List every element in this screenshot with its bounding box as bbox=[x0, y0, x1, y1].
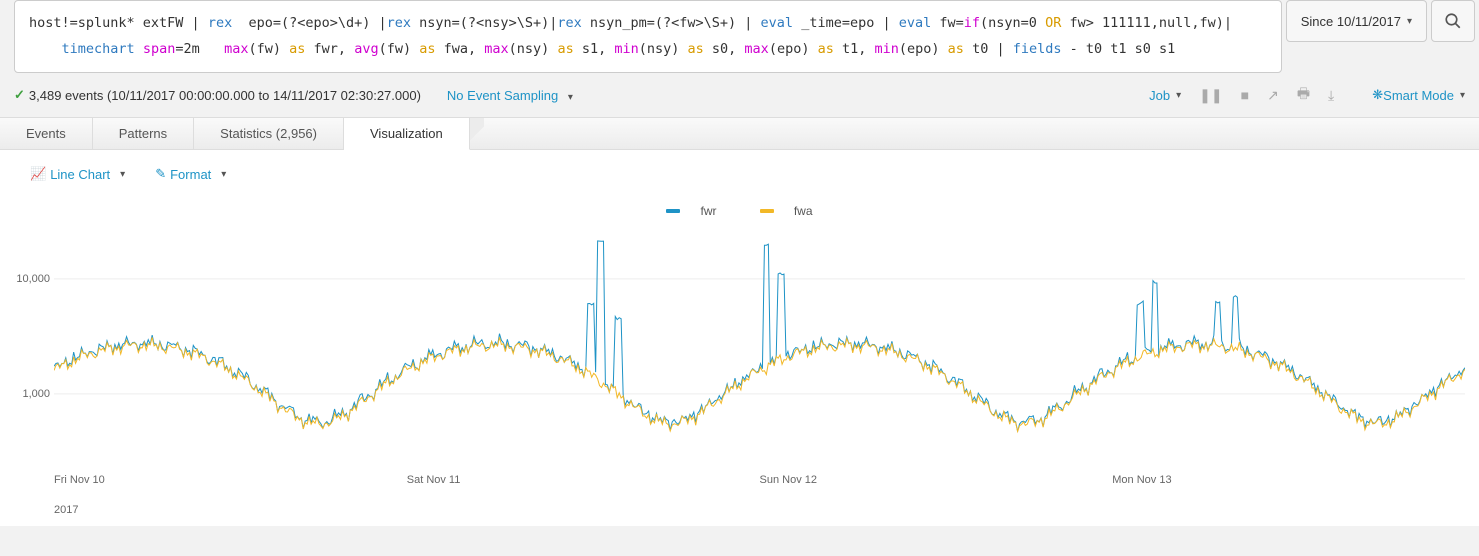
swatch-icon bbox=[666, 209, 680, 213]
chevron-down-icon: ▾ bbox=[1460, 90, 1465, 101]
chart-type-picker[interactable]: 📈 Line Chart ▾ bbox=[30, 166, 125, 182]
swatch-icon bbox=[760, 209, 774, 213]
legend-entry-fwr[interactable]: fwr bbox=[656, 204, 726, 218]
x-tick-label: Fri Nov 10 bbox=[54, 474, 105, 486]
y-tick-label: 1,000 bbox=[22, 388, 50, 400]
result-tabs: Events Patterns Statistics (2,956) Visua… bbox=[0, 117, 1479, 150]
x-axis-year: 2017 bbox=[54, 504, 1475, 516]
events-count-text: 3,489 events (10/11/2017 00:00:00.000 to… bbox=[29, 88, 421, 103]
search-icon bbox=[1444, 12, 1462, 30]
x-tick-label: Sat Nov 11 bbox=[407, 474, 461, 486]
line-chart-icon: 📈 bbox=[30, 166, 46, 182]
chevron-down-icon: ▾ bbox=[1407, 16, 1412, 27]
job-menu[interactable]: Job ▾ bbox=[1149, 88, 1181, 103]
time-range-picker[interactable]: Since 10/11/2017 ▾ bbox=[1286, 0, 1427, 42]
time-range-label: Since 10/11/2017 bbox=[1301, 14, 1401, 29]
y-tick-label: 10,000 bbox=[16, 273, 50, 285]
print-icon[interactable]: 🖶 bbox=[1297, 83, 1310, 107]
download-icon[interactable]: ⤓ bbox=[1328, 87, 1334, 104]
check-icon: ✓ bbox=[14, 87, 25, 103]
search-mode-dropdown[interactable]: ❋ Smart Mode ▾ bbox=[1372, 87, 1465, 103]
tab-events[interactable]: Events bbox=[0, 118, 93, 149]
chevron-down-icon: ▾ bbox=[120, 169, 125, 180]
tab-patterns[interactable]: Patterns bbox=[93, 118, 194, 149]
search-query-editor[interactable]: host!=splunk* extFW | rex epo=(?<epo>\d+… bbox=[14, 0, 1282, 73]
chart: fwr fwa 1,000 10,000 Fri Nov 10 Sat Nov 11… bbox=[0, 182, 1479, 526]
event-sampling-dropdown[interactable]: No Event Sampling ▾ bbox=[447, 88, 573, 103]
chevron-down-icon: ▾ bbox=[221, 169, 226, 180]
format-menu[interactable]: ✎ Format ▾ bbox=[155, 166, 226, 182]
share-icon[interactable]: ↗ bbox=[1267, 87, 1279, 104]
x-tick-label: Mon Nov 13 bbox=[1112, 474, 1171, 486]
stop-icon[interactable]: ■ bbox=[1241, 87, 1249, 103]
pause-icon[interactable]: ❚❚ bbox=[1199, 87, 1222, 104]
x-axis: Fri Nov 10 Sat Nov 11 Sun Nov 12 Mon Nov 13 bbox=[54, 474, 1465, 504]
search-button[interactable] bbox=[1431, 0, 1475, 42]
chart-legend: fwr fwa bbox=[4, 202, 1475, 218]
brush-icon: ✎ bbox=[155, 166, 166, 182]
chart-plot bbox=[54, 224, 1465, 454]
tab-divider bbox=[470, 118, 484, 149]
chevron-down-icon: ▾ bbox=[1176, 90, 1181, 101]
lightbulb-icon: ❋ bbox=[1372, 87, 1383, 103]
y-axis: 1,000 10,000 bbox=[6, 224, 50, 454]
tab-visualization[interactable]: Visualization bbox=[344, 118, 470, 150]
chevron-down-icon: ▾ bbox=[568, 92, 573, 103]
legend-entry-fwa[interactable]: fwa bbox=[750, 204, 823, 218]
x-tick-label: Sun Nov 12 bbox=[760, 474, 817, 486]
tab-statistics[interactable]: Statistics (2,956) bbox=[194, 118, 344, 149]
